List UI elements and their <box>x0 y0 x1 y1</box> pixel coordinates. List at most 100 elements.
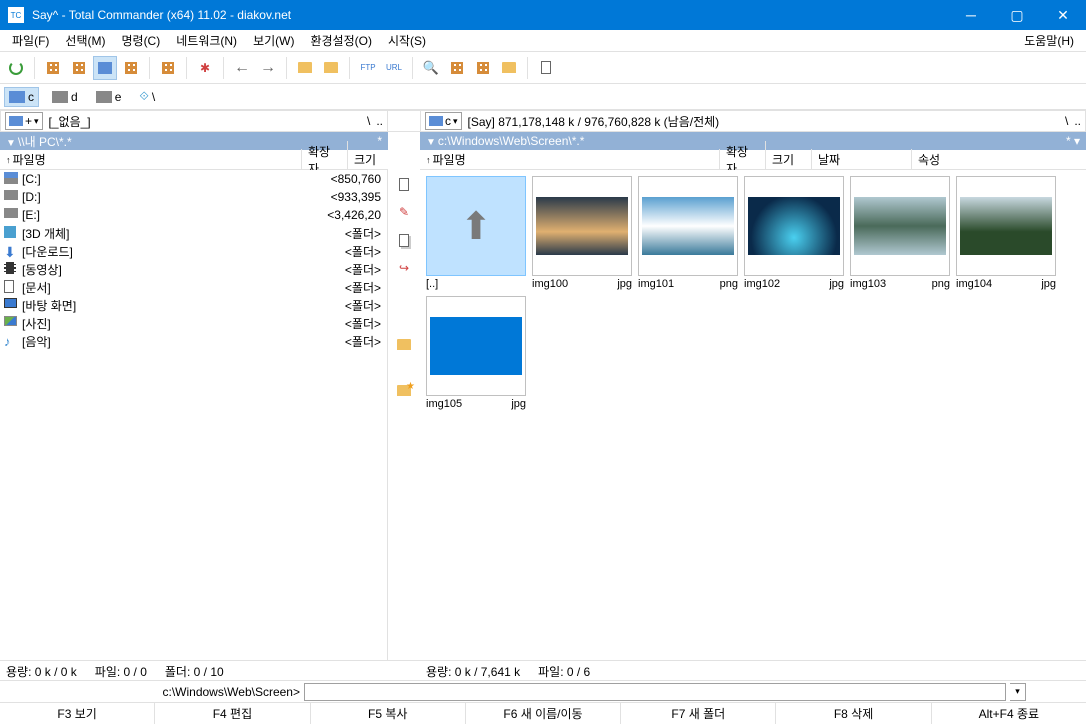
sort-button[interactable] <box>156 56 180 80</box>
menu-select[interactable]: 선택(M) <box>57 30 113 51</box>
thumbnail[interactable]: img102jpg <box>744 176 844 290</box>
view-tree-button[interactable] <box>119 56 143 80</box>
left-col-size[interactable]: 크기 <box>348 149 388 170</box>
file-row[interactable]: [사진]<폴더> <box>0 314 387 332</box>
right-col-name[interactable]: ↑파일명 <box>420 149 720 170</box>
file-row[interactable]: [D:]<933,395 <box>0 188 387 206</box>
thumb-icon <box>98 62 112 74</box>
file-name: [동영상] <box>22 261 309 278</box>
center-btn-4[interactable]: ↪ <box>394 258 414 278</box>
menu-file[interactable]: 파일(F) <box>4 30 57 51</box>
thumb-name: img104 <box>956 278 992 290</box>
center-btn-1[interactable] <box>394 174 414 194</box>
unpack-button[interactable] <box>319 56 343 80</box>
notepad-button[interactable] <box>534 56 558 80</box>
fkey-9[interactable]: Alt+F4 종료 <box>932 703 1086 724</box>
right-nav-root[interactable]: \ <box>1065 114 1068 128</box>
menu-network[interactable]: 네트워크(N) <box>168 30 245 51</box>
right-panel[interactable]: ⬆[..]img100jpgimg101pngimg102jpgimg103pn… <box>420 170 1086 660</box>
thumbnail[interactable]: img101png <box>638 176 738 290</box>
view-thumb-button[interactable] <box>93 56 117 80</box>
menu-view[interactable]: 보기(W) <box>245 30 302 51</box>
fkey-8[interactable]: F8 삭제 <box>776 703 931 724</box>
maximize-button[interactable]: ▢ <box>994 0 1040 30</box>
right-drive-info: [Say] 871,178,148 k / 976,760,828 k (남음/… <box>468 113 720 130</box>
app-icon: TC <box>8 7 24 23</box>
folder-icon <box>397 339 411 350</box>
file-row[interactable]: [E:]<3,426,20 <box>0 206 387 224</box>
thumbnail[interactable]: img100jpg <box>532 176 632 290</box>
menu-command[interactable]: 명령(C) <box>113 30 168 51</box>
monitor-icon <box>4 298 18 312</box>
thumb-ext: jpg <box>829 278 844 290</box>
close-button[interactable]: ✕ <box>1040 0 1086 30</box>
menu-options[interactable]: 환경설정(O) <box>302 30 380 51</box>
thumbnail[interactable]: img104jpg <box>956 176 1056 290</box>
left-col-name[interactable]: ↑파일명 <box>0 149 302 170</box>
view-full-button[interactable] <box>67 56 91 80</box>
right-col-date[interactable]: 날짜 <box>812 149 912 170</box>
folder-star-icon: ★ <box>397 385 411 396</box>
left-nav-up[interactable]: .. <box>376 114 383 128</box>
drive-d[interactable]: d <box>47 87 83 107</box>
file-size: <3,426,20 <box>309 208 383 222</box>
menu-help[interactable]: 도움말(H) <box>1016 30 1082 51</box>
fkey-7[interactable]: F7 새 폴더 <box>621 703 776 724</box>
fkey-3[interactable]: F3 보기 <box>0 703 155 724</box>
fkey-4[interactable]: F4 편집 <box>155 703 310 724</box>
left-nav-root[interactable]: \ <box>367 114 370 128</box>
fkey-6[interactable]: F6 새 이름/이동 <box>466 703 621 724</box>
back-icon: ← <box>234 59 250 77</box>
menu-start[interactable]: 시작(S) <box>380 30 434 51</box>
ftp-button[interactable]: FTP <box>356 56 380 80</box>
refresh-button[interactable] <box>4 56 28 80</box>
thumbnail[interactable]: img105jpg <box>426 296 526 410</box>
search-button[interactable]: 🔍 <box>419 56 443 80</box>
right-col-attr[interactable]: 속성 <box>912 149 1086 170</box>
rename-button[interactable] <box>445 56 469 80</box>
file-row[interactable]: ⬇[다운로드]<폴더> <box>0 242 387 260</box>
drive-c[interactable]: c <box>4 87 39 107</box>
center-btn-5[interactable] <box>394 334 414 354</box>
sync-button[interactable] <box>471 56 495 80</box>
file-name: [3D 개체] <box>22 225 309 242</box>
file-row[interactable]: ♪[음악]<폴더> <box>0 332 387 350</box>
pack-button[interactable] <box>293 56 317 80</box>
file-size: <폴더> <box>309 315 383 332</box>
forward-button[interactable]: → <box>256 56 280 80</box>
brief-icon <box>47 62 59 74</box>
cmdline-input[interactable] <box>304 683 1006 701</box>
file-row[interactable]: [동영상]<폴더> <box>0 260 387 278</box>
right-nav-up[interactable]: .. <box>1074 114 1081 128</box>
right-drive-select[interactable]: c▾ <box>425 112 462 130</box>
file-size: <폴더> <box>309 279 383 296</box>
invert-button[interactable]: ✱ <box>193 56 217 80</box>
fkey-5[interactable]: F5 복사 <box>311 703 466 724</box>
center-btn-3[interactable] <box>394 230 414 250</box>
thumbnail[interactable]: img103png <box>850 176 950 290</box>
right-status: 용량: 0 k / 7,641 k 파일: 0 / 6 <box>420 661 1086 680</box>
thumb-image <box>642 197 734 255</box>
back-button[interactable]: ← <box>230 56 254 80</box>
view-brief-button[interactable] <box>41 56 65 80</box>
file-row[interactable]: [3D 개체]<폴더> <box>0 224 387 242</box>
cmdline-dropdown[interactable]: ▾ <box>1010 683 1026 701</box>
sort-icon <box>162 62 174 74</box>
ftp-icon: FTP <box>360 63 375 72</box>
center-btn-2[interactable]: ✎ <box>394 202 414 222</box>
left-drive-select[interactable]: +▾ <box>5 112 43 130</box>
left-panel[interactable]: [C:]<850,760[D:]<933,395[E:]<3,426,20[3D… <box>0 170 388 660</box>
url-button[interactable]: URL <box>382 56 406 80</box>
drive-e[interactable]: e <box>91 87 127 107</box>
center-btn-6[interactable]: ★ <box>394 380 414 400</box>
minimize-button[interactable]: ─ <box>948 0 994 30</box>
file-row[interactable]: [C:]<850,760 <box>0 170 387 188</box>
right-col-size[interactable]: 크기 <box>766 149 812 170</box>
file-name: [바탕 화면] <box>22 297 309 314</box>
file-row[interactable]: [바탕 화면]<폴더> <box>0 296 387 314</box>
drive-net[interactable]: ⟐\ <box>134 86 160 107</box>
thumbnail[interactable]: ⬆[..] <box>426 176 526 290</box>
drive-d-icon <box>52 91 68 103</box>
copy-names-button[interactable] <box>497 56 521 80</box>
file-row[interactable]: [문서]<폴더> <box>0 278 387 296</box>
